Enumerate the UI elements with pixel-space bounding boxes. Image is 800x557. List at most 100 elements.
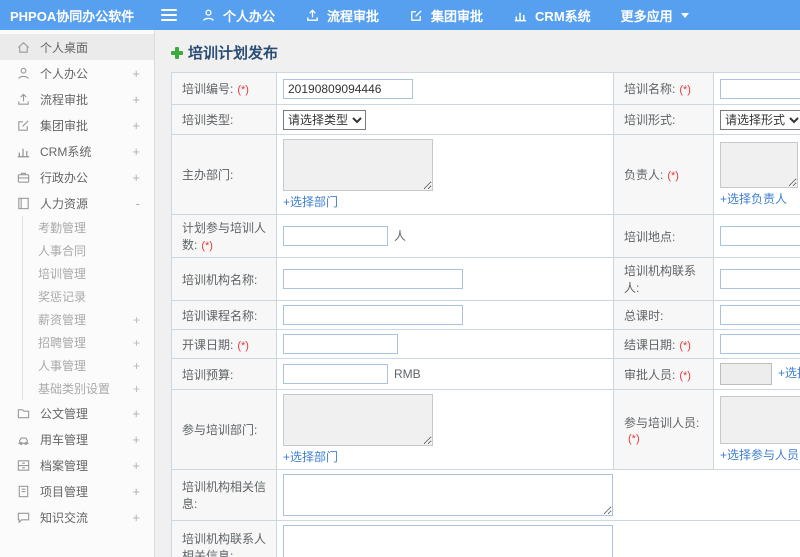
sidebar-item-group-approval[interactable]: 集团审批 + xyxy=(0,112,154,138)
top-menu-crm[interactable]: CRM系统 xyxy=(513,6,591,25)
leader-textarea[interactable] xyxy=(720,142,798,188)
sidebar-item-crm[interactable]: CRM系统 + xyxy=(0,138,154,164)
expand-icon[interactable]: + xyxy=(132,510,140,525)
required-mark: (*) xyxy=(237,84,249,96)
expand-icon[interactable]: + xyxy=(132,484,140,499)
top-menu-workflow-approval[interactable]: 流程审批 xyxy=(305,6,379,25)
page-title: 培训计划发布 xyxy=(171,42,800,63)
required-mark: (*) xyxy=(667,170,679,182)
expand-icon[interactable]: + xyxy=(133,336,140,350)
form-row-planned-count: 计划参与培训人数: (*) 人 培训地点: xyxy=(171,214,800,258)
collapse-icon[interactable]: - xyxy=(136,196,140,211)
sidebar-subitem-base-categories[interactable]: 基础类别设置 + xyxy=(23,377,154,400)
top-menu-personal-office[interactable]: 个人办公 xyxy=(201,6,275,25)
training-type-select[interactable]: 请选择类型 xyxy=(283,109,366,130)
currency-suffix: RMB xyxy=(394,367,421,381)
expand-icon[interactable]: + xyxy=(132,432,140,447)
sidebar-subitem-label: 人事合同 xyxy=(38,244,87,258)
end-date-input[interactable] xyxy=(720,334,800,354)
planned-count-input[interactable] xyxy=(283,226,388,246)
location-input[interactable] xyxy=(720,226,800,246)
sidebar-subitem-hr-contract[interactable]: 人事合同 xyxy=(23,239,154,262)
expand-icon[interactable]: + xyxy=(132,458,140,473)
expand-icon[interactable]: + xyxy=(132,170,140,185)
top-menu-label: 个人办公 xyxy=(223,8,276,24)
org-name-input[interactable] xyxy=(283,269,463,289)
home-icon xyxy=(16,40,31,55)
field-label: 开课日期: (*) xyxy=(171,329,277,359)
top-menu-more-apps[interactable]: 更多应用 xyxy=(621,6,689,25)
training-name-input[interactable] xyxy=(720,78,800,99)
total-hours-input[interactable] xyxy=(720,305,800,325)
form-row-org-info: 培训机构相关信息: xyxy=(171,469,800,521)
field-label: 培训形式: xyxy=(613,104,714,135)
book-icon xyxy=(16,196,31,211)
select-leader-link[interactable]: +选择负责人 xyxy=(720,192,787,206)
sidebar-item-documents[interactable]: 公文管理 + xyxy=(0,400,154,426)
upload-icon xyxy=(16,92,31,107)
sidebar-subitem-personnel[interactable]: 人事管理 + xyxy=(23,354,154,377)
select-participants-link[interactable]: +选择参与人员 xyxy=(720,448,799,462)
notebook-icon xyxy=(16,484,31,499)
expand-icon[interactable]: + xyxy=(132,92,140,107)
sidebar-item-workflow-approval[interactable]: 流程审批 + xyxy=(0,86,154,112)
top-menu-group-approval[interactable]: 集团审批 xyxy=(409,6,483,25)
select-dept-link[interactable]: +选择部门 xyxy=(283,450,338,464)
field-label: 培训机构相关信息: xyxy=(171,469,277,521)
select-dept-link[interactable]: +选择部门 xyxy=(283,195,338,209)
budget-input[interactable] xyxy=(283,364,388,384)
sidebar-subitem-training[interactable]: 培训管理 xyxy=(23,262,154,285)
course-name-input[interactable] xyxy=(283,305,463,325)
edit-icon xyxy=(16,118,31,133)
sidebar-item-personal-desktop[interactable]: 个人桌面 xyxy=(0,34,154,60)
sidebar-item-admin-office[interactable]: 行政办公 + xyxy=(0,164,154,190)
expand-icon[interactable]: + xyxy=(133,313,140,327)
hamburger-menu-icon[interactable] xyxy=(161,6,177,24)
briefcase-icon xyxy=(16,170,31,185)
sidebar-item-projects[interactable]: 项目管理 + xyxy=(0,478,154,504)
expand-icon[interactable]: + xyxy=(132,118,140,133)
expand-icon[interactable]: + xyxy=(132,406,140,421)
sidebar-subitem-rewards[interactable]: 奖惩记录 xyxy=(23,285,154,308)
sidebar-subitem-salary[interactable]: 薪资管理 + xyxy=(23,308,154,331)
required-mark: (*) xyxy=(628,433,640,445)
sidebar-item-hr[interactable]: 人力资源 - xyxy=(0,190,154,216)
sidebar-item-label: 流程审批 xyxy=(40,92,89,107)
org-contact-input[interactable] xyxy=(720,269,800,289)
field-label: 培训机构名称: xyxy=(171,257,277,301)
select-approvers-link[interactable]: +选择审批人员 xyxy=(778,366,800,380)
expand-icon[interactable]: + xyxy=(132,144,140,159)
form-row-participating-depts: 参与培训部门: +选择部门 参与培训人员:(*) +选择参与人员 xyxy=(171,389,800,470)
participants-textarea[interactable] xyxy=(720,396,800,444)
caret-down-icon xyxy=(680,12,689,18)
expand-icon[interactable]: + xyxy=(133,359,140,373)
expand-icon[interactable]: + xyxy=(132,66,140,81)
sidebar-item-vehicles[interactable]: 用车管理 + xyxy=(0,426,154,452)
sidebar-item-label: 个人办公 xyxy=(40,66,89,81)
participating-depts-textarea[interactable] xyxy=(283,394,433,446)
user-icon xyxy=(16,66,31,81)
sidebar-subitem-recruitment[interactable]: 招聘管理 + xyxy=(23,331,154,354)
app-logo[interactable]: PHPOA协同办公软件 xyxy=(0,6,155,25)
sidebar-item-label: 人力资源 xyxy=(40,196,89,211)
sidebar-item-label: 行政办公 xyxy=(40,170,89,185)
expand-icon[interactable]: + xyxy=(133,382,140,396)
sidebar-item-archives[interactable]: 档案管理 + xyxy=(0,452,154,478)
host-dept-textarea[interactable] xyxy=(283,139,433,191)
training-form-select[interactable]: 请选择形式 xyxy=(720,109,800,130)
approvers-box[interactable] xyxy=(720,363,772,385)
sidebar-item-personal-office[interactable]: 个人办公 + xyxy=(0,60,154,86)
page-title-text: 培训计划发布 xyxy=(188,45,279,62)
training-no-input[interactable] xyxy=(283,78,413,99)
org-contact-info-textarea[interactable] xyxy=(283,525,613,557)
start-date-input[interactable] xyxy=(283,334,398,354)
sidebar-subitem-label: 人事管理 xyxy=(38,359,87,373)
required-mark: (*) xyxy=(679,369,691,382)
chart-icon xyxy=(16,144,31,159)
sidebar-item-knowledge[interactable]: 知识交流 + xyxy=(0,504,154,530)
sidebar: 个人桌面 个人办公 + 流程审批 + 集团审批 + CRM系统 + 行政办公 + xyxy=(0,30,155,557)
sidebar-subitem-attendance[interactable]: 考勤管理 xyxy=(23,216,154,239)
sidebar-item-label: 个人桌面 xyxy=(40,40,89,55)
form-row-start-date: 开课日期: (*) 结课日期: (*) xyxy=(171,329,800,359)
org-info-textarea[interactable] xyxy=(283,474,613,516)
